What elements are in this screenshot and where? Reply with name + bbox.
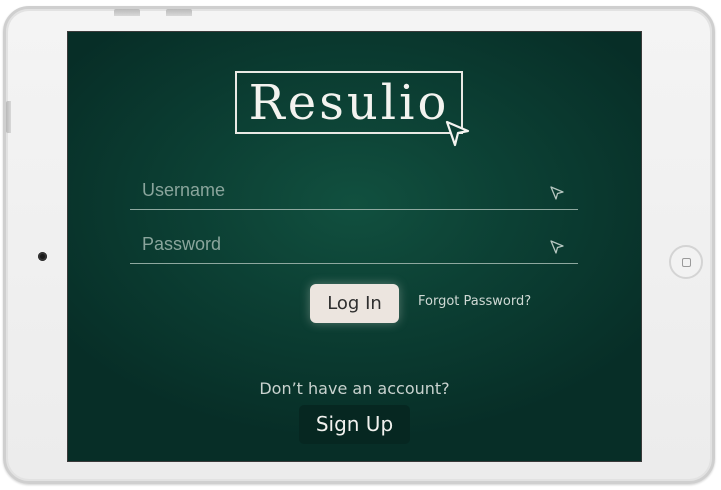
volume-up-button <box>114 9 140 16</box>
mute-switch <box>6 101 11 133</box>
app-logo: Resulio <box>235 71 463 134</box>
password-field[interactable] <box>130 228 578 264</box>
logo-text: Resulio <box>248 75 450 131</box>
signup-button[interactable]: Sign Up <box>299 405 410 444</box>
home-square-icon <box>682 258 691 267</box>
username-field[interactable] <box>130 174 578 210</box>
login-screen: Resulio Log In Forgot Password? Don’t ha… <box>67 31 642 462</box>
signup-prompt: Don’t have an account? <box>259 379 450 398</box>
cursor-arrow-icon <box>550 186 564 200</box>
front-camera <box>38 252 47 261</box>
forgot-password-link[interactable]: Forgot Password? <box>418 294 531 309</box>
password-input[interactable] <box>130 228 530 260</box>
volume-down-button <box>166 9 192 16</box>
username-input[interactable] <box>130 174 530 206</box>
cursor-arrow-icon <box>445 120 470 147</box>
login-button[interactable]: Log In <box>310 284 399 323</box>
cursor-arrow-icon <box>550 240 564 254</box>
home-button[interactable] <box>669 245 703 279</box>
